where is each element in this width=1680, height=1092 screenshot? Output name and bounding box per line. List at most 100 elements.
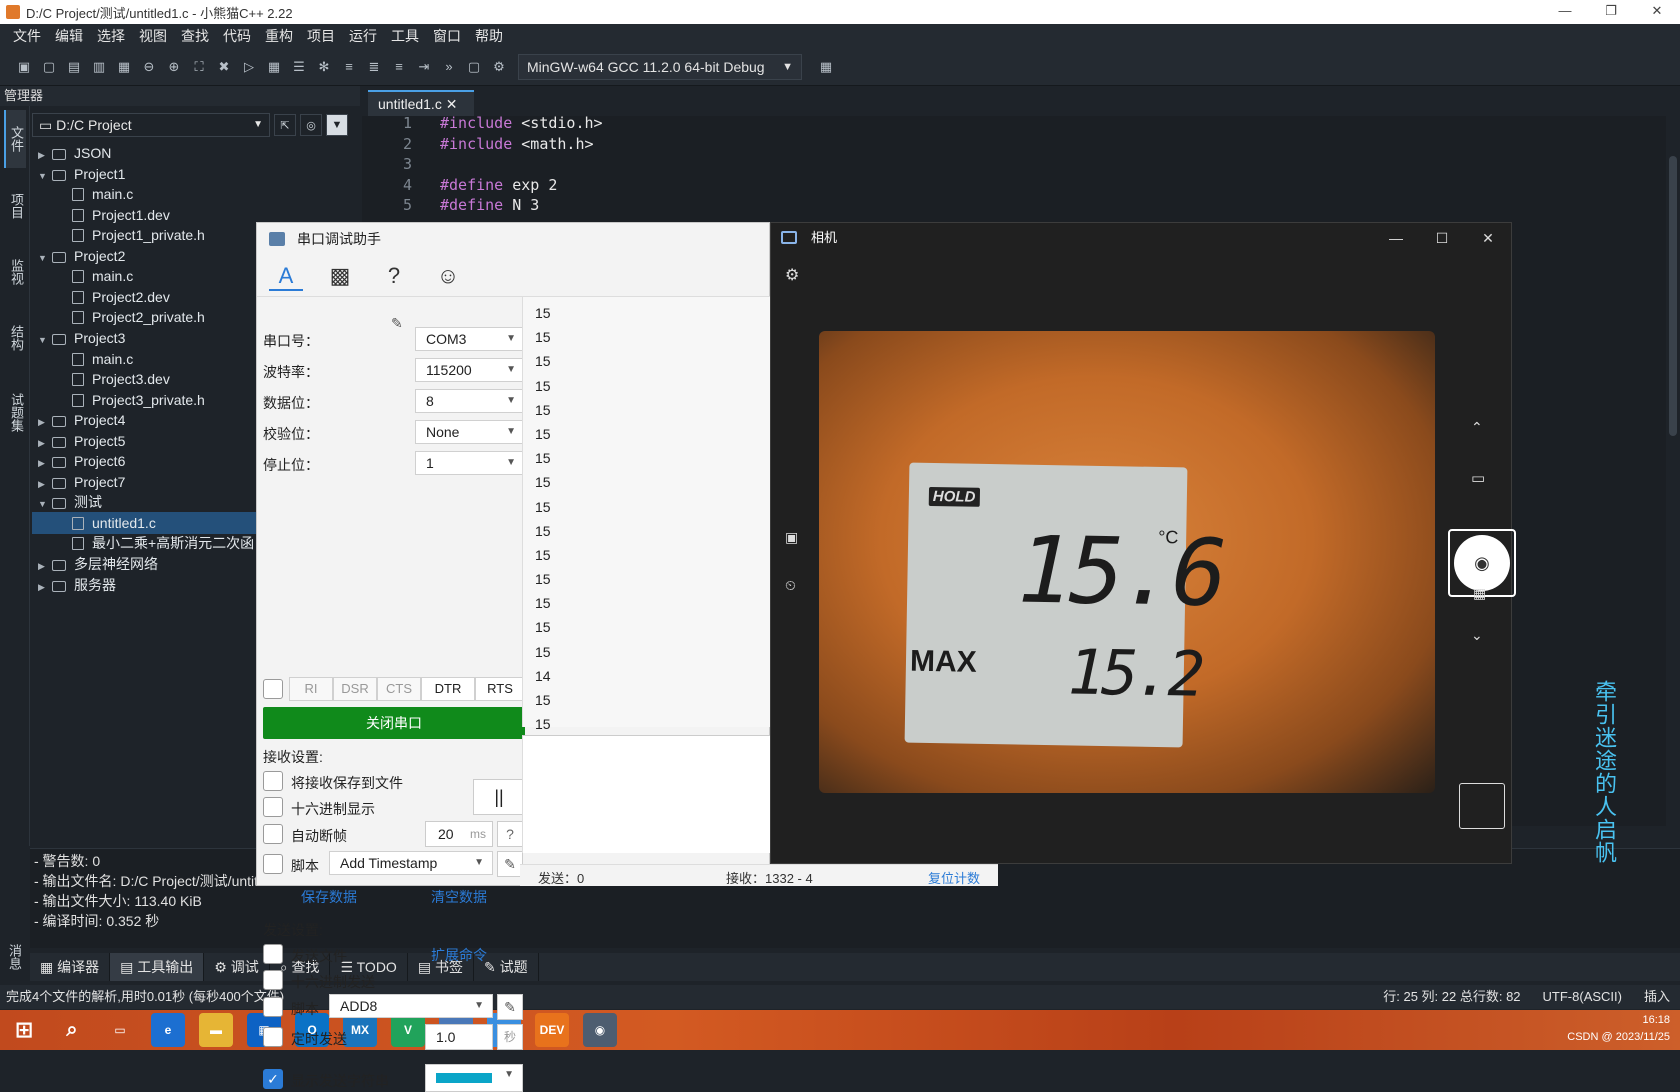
save-data-button[interactable]: 保存数据 (301, 887, 357, 907)
compiler-options-icon[interactable]: ▦ (816, 57, 836, 77)
tab-project[interactable]: 项目 (4, 180, 26, 232)
devcpp-icon[interactable]: DEV (535, 1013, 569, 1047)
pause-button[interactable]: || (473, 779, 525, 815)
close-button[interactable]: ✕ (1634, 0, 1680, 24)
tx-hex-checkbox[interactable] (263, 970, 283, 990)
task-view-icon[interactable]: ▭ (103, 1013, 137, 1047)
menu-file[interactable]: 文件 (13, 26, 41, 46)
camera-minimize-button[interactable]: — (1373, 223, 1419, 253)
qr-scan-icon[interactable]: ▦ (1473, 585, 1486, 602)
tab-files[interactable]: 文件 (4, 110, 26, 168)
open-folder-button[interactable]: ⇱ (274, 114, 296, 136)
close-tab-icon[interactable]: ✕ (446, 96, 458, 112)
folder-select[interactable]: ▭ D:/C Project ▼ (32, 113, 270, 137)
video-mode-icon[interactable]: ▭ (1471, 469, 1485, 487)
compile-icon[interactable]: ✖ (214, 57, 234, 77)
save-icon[interactable]: ▥ (89, 57, 109, 77)
close-port-button[interactable]: 关闭串口 (263, 707, 525, 739)
search-icon[interactable]: ⌕ (55, 1013, 89, 1047)
bottom-tab[interactable]: ⚙ 调试 (204, 953, 270, 981)
reset-count-button[interactable]: 复位计数 (928, 868, 980, 887)
timer-input[interactable]: 1.0 (425, 1024, 493, 1050)
menu-edit[interactable]: 编辑 (55, 26, 83, 46)
send-color-picker[interactable]: ▼ (425, 1064, 523, 1092)
gallery-thumbnail[interactable] (1459, 783, 1505, 829)
menu-project[interactable]: 项目 (307, 26, 335, 46)
smiley-icon[interactable]: ☺ (431, 261, 465, 291)
receive-area[interactable]: 15 15 15 15 15 15 15 15 15 15 15 15 15 15 15 14 15 15 (522, 297, 771, 732)
stop-icon[interactable]: ▢ (464, 57, 484, 77)
bottom-tab[interactable]: ▦ 编译器 (30, 953, 111, 981)
hdr-off-icon[interactable]: ▣ (785, 529, 798, 546)
chevron-up-icon[interactable]: ⌃ (1471, 419, 1483, 436)
serial-field-select[interactable]: None ▼ (415, 420, 525, 444)
pen-icon[interactable]: ✎ (391, 315, 403, 332)
help-icon[interactable]: ? (377, 261, 411, 291)
serial-field-select[interactable]: 1 ▼ (415, 451, 525, 475)
menu-search[interactable]: 查找 (181, 26, 209, 46)
keil-icon[interactable]: V (391, 1013, 425, 1047)
pin-checkbox[interactable] (263, 679, 283, 699)
tree-file[interactable]: main.c (32, 183, 360, 205)
step-icon[interactable]: ≡ (339, 57, 359, 77)
pin-rts[interactable]: RTS (475, 677, 525, 701)
new-project-icon[interactable]: ▣ (14, 57, 34, 77)
ext-command-button[interactable]: 扩展命令 (431, 945, 487, 965)
auto-frame-help-button[interactable]: ? (497, 821, 523, 847)
text-mode-icon[interactable]: A (269, 261, 303, 291)
settings-run-icon[interactable]: ⚙ (489, 57, 509, 77)
rx-script-checkbox[interactable] (263, 854, 283, 874)
minimize-button[interactable]: — (1542, 0, 1588, 24)
menu-code[interactable]: 代码 (223, 26, 251, 46)
debug-icon[interactable]: ✻ (314, 57, 334, 77)
clear-data-button[interactable]: 清空数据 (431, 887, 487, 907)
rx-save-checkbox[interactable] (263, 771, 283, 791)
tx-script-edit-icon[interactable]: ✎ (497, 994, 523, 1020)
send-area[interactable] (522, 735, 771, 853)
chevron-right-icon[interactable]: ▶ (38, 576, 52, 598)
camera-close-button[interactable]: ✕ (1465, 223, 1511, 253)
explorer-icon[interactable]: ▬ (199, 1013, 233, 1047)
forward-icon[interactable]: ⊕ (164, 57, 184, 77)
timer-off-icon[interactable]: ⏲ (785, 577, 796, 594)
compile-run-icon[interactable]: ▦ (264, 57, 284, 77)
serial-field-select[interactable]: COM3 ▼ (415, 327, 525, 351)
back-icon[interactable]: ⊖ (139, 57, 159, 77)
tab-watch[interactable]: 监视 (4, 246, 26, 298)
new-file-icon[interactable]: ▢ (39, 57, 59, 77)
settings-gear-icon[interactable]: ⚙ (785, 265, 799, 285)
auto-frame-checkbox[interactable] (263, 824, 283, 844)
options-icon[interactable]: ☰ (289, 57, 309, 77)
menu-tools[interactable]: 工具 (391, 26, 419, 46)
timer-send-checkbox[interactable] (263, 1027, 283, 1047)
filter-button[interactable]: ▼ (326, 114, 348, 136)
mx-icon[interactable]: MX (343, 1013, 377, 1047)
tx-script-select[interactable]: ADD8 ▼ (329, 994, 493, 1018)
run-icon[interactable]: ▷ (239, 57, 259, 77)
tree-folder[interactable]: ▶ JSON (32, 142, 360, 164)
camera-app-icon[interactable]: ◉ (583, 1013, 617, 1047)
tree-folder[interactable]: ▼ Project1 (32, 163, 360, 185)
pin-dtr[interactable]: DTR (421, 677, 475, 701)
tab-structure[interactable]: 结构 (4, 312, 26, 364)
bottom-tab[interactable]: ▤ 工具输出 (110, 953, 205, 981)
show-send-checkbox[interactable]: ✓ (263, 1069, 283, 1089)
rx-hex-checkbox[interactable] (263, 797, 283, 817)
continue-icon[interactable]: » (439, 57, 459, 77)
open-icon[interactable]: ▤ (64, 57, 84, 77)
code-line[interactable]: #include <math.h> (440, 135, 594, 153)
locate-file-button[interactable]: ◎ (300, 114, 322, 136)
tx-script-checkbox[interactable] (263, 997, 283, 1017)
step-into-icon[interactable]: ≡ (389, 57, 409, 77)
send-file-checkbox[interactable] (263, 944, 283, 964)
chart-mode-icon[interactable]: ▩ (323, 261, 357, 291)
step-out-icon[interactable]: ⇥ (414, 57, 434, 77)
encoding[interactable]: UTF-8(ASCII) (1543, 985, 1622, 1009)
edge-icon[interactable]: e (151, 1013, 185, 1047)
menu-help[interactable]: 帮助 (475, 26, 503, 46)
menu-window[interactable]: 窗口 (433, 26, 461, 46)
code-line[interactable]: #define exp 2 (440, 176, 557, 194)
step-over-icon[interactable]: ≣ (364, 57, 384, 77)
code-line[interactable]: #include <stdio.h> (440, 114, 603, 132)
menu-refactor[interactable]: 重构 (265, 26, 293, 46)
